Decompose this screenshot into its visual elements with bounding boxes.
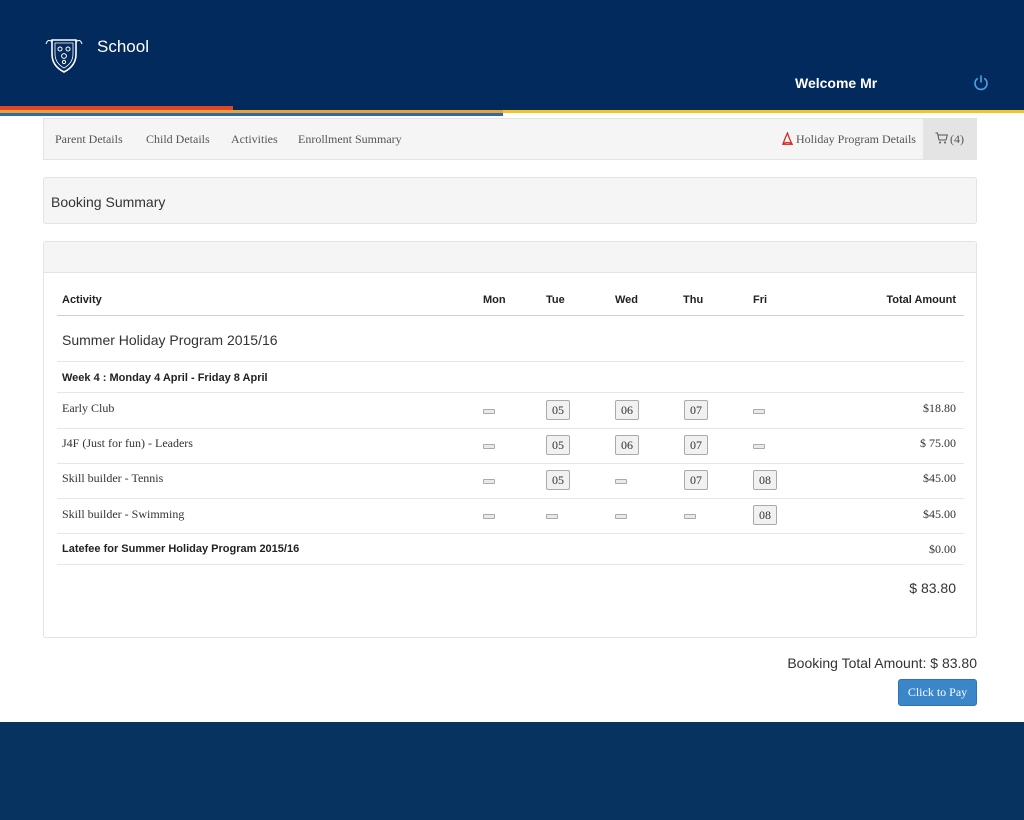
divider — [57, 498, 964, 499]
main-nav: Parent Details Child Details Activities … — [43, 118, 977, 160]
nav-enrollment-summary[interactable]: Enrollment Summary — [298, 132, 402, 147]
holiday-program-details-label: Holiday Program Details — [796, 132, 916, 146]
header-thu: Thu — [683, 294, 704, 306]
school-crest-icon — [45, 39, 83, 73]
divider — [57, 564, 964, 565]
cart-count: (4) — [950, 132, 964, 146]
day-empty-mon — [483, 479, 495, 484]
latefee-label: Latefee for Summer Holiday Program 2015/… — [62, 543, 300, 555]
day-box-wed[interactable]: 06 — [615, 400, 639, 420]
activity-name: Skill builder - Tennis — [62, 471, 164, 485]
click-to-pay-button[interactable]: Click to Pay — [898, 679, 977, 706]
header-stripe — [0, 106, 1024, 116]
header-wed: Wed — [615, 294, 639, 306]
activity-amount: $45.00 — [923, 507, 956, 521]
day-box-thu[interactable]: 07 — [684, 400, 708, 420]
activity-name: J4F (Just for fun) - Leaders — [62, 436, 193, 450]
activity-amount: $45.00 — [923, 471, 956, 485]
week-label: Week 4 : Monday 4 April - Friday 8 April — [62, 372, 268, 384]
nav-activities[interactable]: Activities — [231, 132, 278, 147]
page-footer — [0, 722, 1024, 820]
holiday-program-details-link[interactable]: Holiday Program Details — [782, 132, 916, 147]
divider — [57, 361, 964, 362]
day-empty-tue — [546, 514, 558, 519]
page-title: Booking Summary — [51, 194, 166, 210]
header-activity: Activity — [62, 294, 102, 306]
header-tue: Tue — [546, 294, 565, 306]
day-box-tue[interactable]: 05 — [546, 400, 570, 420]
day-empty-fri — [753, 409, 765, 414]
day-box-fri[interactable]: 08 — [753, 470, 777, 490]
activity-amount: $ 75.00 — [920, 436, 956, 450]
panel-heading — [44, 242, 976, 273]
pdf-icon — [782, 132, 793, 145]
activity-amount: $18.80 — [923, 401, 956, 415]
day-empty-wed — [615, 479, 627, 484]
day-empty-mon — [483, 444, 495, 449]
activity-name: Early Club — [62, 401, 115, 415]
power-icon[interactable] — [972, 74, 990, 92]
nav-parent-details[interactable]: Parent Details — [55, 132, 123, 147]
day-box-tue[interactable]: 05 — [546, 435, 570, 455]
activity-name: Skill builder - Swimming — [62, 507, 185, 521]
nav-child-details[interactable]: Child Details — [146, 132, 210, 147]
day-empty-mon — [483, 409, 495, 414]
program-title: Summer Holiday Program 2015/16 — [62, 332, 278, 348]
day-empty-thu — [684, 514, 696, 519]
booking-table-panel: Activity Mon Tue Wed Thu Fri Total Amoun… — [43, 241, 977, 638]
school-name: School — [97, 37, 149, 56]
day-box-tue[interactable]: 05 — [546, 470, 570, 490]
day-box-thu[interactable]: 07 — [684, 470, 708, 490]
booking-summary-panel: Booking Summary — [43, 177, 977, 224]
divider — [57, 533, 964, 534]
header-fri: Fri — [753, 294, 768, 306]
booking-total-amount: Booking Total Amount: $ 83.80 — [787, 655, 977, 671]
cart-button[interactable]: (4) — [923, 119, 976, 159]
subtotal-amount: $ 83.80 — [909, 580, 956, 596]
day-empty-wed — [615, 514, 627, 519]
divider — [57, 392, 964, 393]
divider — [57, 428, 964, 429]
page-header: School Welcome Mr — [0, 0, 1024, 116]
day-empty-fri — [753, 444, 765, 449]
day-box-fri[interactable]: 08 — [753, 505, 777, 525]
divider — [57, 315, 964, 316]
day-box-thu[interactable]: 07 — [684, 435, 708, 455]
day-box-wed[interactable]: 06 — [615, 435, 639, 455]
header-total-amount: Total Amount — [886, 294, 956, 306]
cart-icon — [935, 132, 948, 144]
latefee-amount: $0.00 — [929, 542, 956, 556]
day-empty-mon — [483, 514, 495, 519]
divider — [57, 463, 964, 464]
header-mon: Mon — [483, 294, 506, 306]
welcome-text: Welcome Mr — [795, 75, 878, 91]
